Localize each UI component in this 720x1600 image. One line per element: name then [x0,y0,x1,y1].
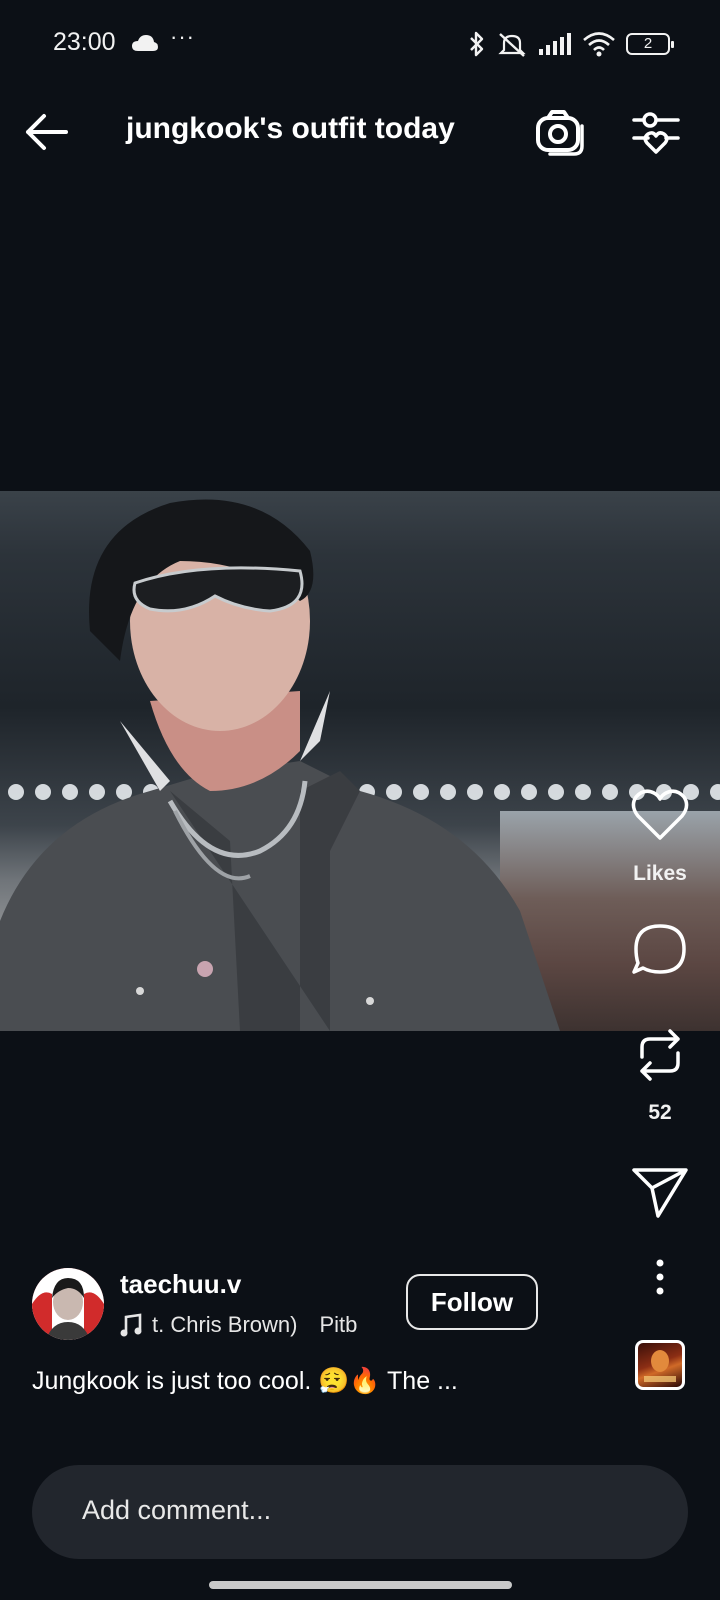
album-art [644,1350,676,1382]
heart-icon[interactable] [628,782,692,846]
battery-icon: 2 [626,33,674,55]
battery-level: 2 [643,35,653,52]
back-arrow-icon[interactable] [22,106,74,158]
music-title-next: Pitb [319,1312,358,1337]
status-time: 23:00 [53,28,116,56]
likes-label: Likes [633,862,687,885]
signal-icon [539,33,571,55]
music-note-icon [120,1313,142,1337]
status-icons: 2 [468,28,674,60]
camera-icon[interactable] [534,106,586,158]
wifi-icon [583,32,615,57]
avatar[interactable] [32,1268,104,1340]
more-icon[interactable] [628,1245,692,1309]
status-bar: 23:00 ··· 2 [0,0,720,90]
comment-bar[interactable]: Add comment... [32,1465,688,1559]
home-indicator[interactable] [209,1581,512,1589]
performer-figure [0,499,560,1031]
share-icon[interactable] [628,1158,692,1222]
comment-input[interactable]: Add comment... [82,1495,271,1526]
music-title: t. Chris Brown) [152,1312,298,1337]
mute-icon [498,33,526,57]
status-overflow: ··· [170,24,195,49]
screen: 23:00 ··· 2 jungkook's outfit today Like… [0,0,720,1600]
page-title: jungkook's outfit today [126,112,455,145]
cloud-icon [132,35,158,51]
repost-count: 52 [648,1101,672,1124]
top-bar: jungkook's outfit today [0,90,720,172]
video-frame[interactable] [0,491,720,1031]
username[interactable]: taechuu.v [120,1269,241,1300]
post-caption[interactable]: Jungkook is just too cool. 😮‍💨🔥 The ... [32,1367,458,1396]
filter-icon[interactable] [630,106,682,158]
music-row[interactable]: t. Chris Brown) Pitb [120,1310,388,1340]
bluetooth-icon [470,31,484,57]
follow-button[interactable]: Follow [406,1274,538,1330]
avatar-image [32,1268,104,1340]
audio-thumbnail[interactable] [635,1340,685,1390]
repost-icon[interactable] [628,1023,692,1087]
comment-icon[interactable] [628,918,692,982]
